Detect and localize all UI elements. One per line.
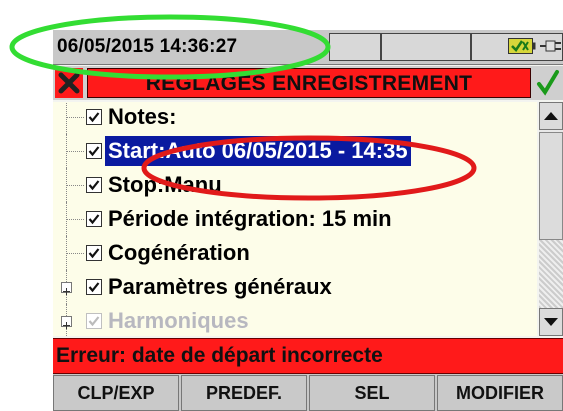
fkey-sel-button[interactable]: SEL (309, 375, 435, 411)
checkbox[interactable] (86, 109, 102, 125)
instrument-screen: 06/05/2015 14:36:27 REGLAGES ENREGISTREM… (53, 30, 563, 411)
tree-line (66, 151, 84, 152)
error-message: Erreur: date de départ incorrecte (56, 344, 383, 367)
datetime-readout: 06/05/2015 14:36:27 (57, 36, 238, 57)
tree-line (66, 253, 84, 254)
checkbox[interactable] (86, 211, 102, 227)
title-bar: REGLAGES ENREGISTREMENT (53, 66, 563, 100)
list-item-label: Notes: (108, 104, 177, 129)
tree-line (66, 185, 84, 186)
arrow-down-icon (544, 318, 558, 326)
check-icon (88, 248, 100, 259)
status-bar: 06/05/2015 14:36:27 (53, 30, 563, 65)
check-icon (88, 316, 100, 327)
scroll-thumb[interactable] (539, 132, 563, 240)
checkbox[interactable] (86, 279, 102, 295)
status-slot (329, 33, 381, 61)
battery-icon (508, 38, 536, 54)
arrow-up-icon (544, 112, 558, 120)
tree-line (66, 102, 67, 134)
check-icon (88, 180, 100, 191)
fkey-modifier-button[interactable]: MODIFIER (437, 375, 563, 411)
tree-line (66, 117, 84, 118)
checkbox[interactable] (86, 177, 102, 193)
power-plug-icon (540, 40, 561, 52)
page-title: REGLAGES ENREGISTREMENT (145, 72, 473, 95)
list-item-label: Cogénération (108, 240, 250, 265)
check-icon (88, 146, 100, 157)
settings-tree-list: Notes: Start:Auto 06/05/2015 - 14:35 Stop:… (53, 102, 537, 336)
expand-plus-icon[interactable] (61, 316, 72, 329)
scrollbar[interactable] (539, 102, 563, 336)
list-item[interactable]: Start:Auto 06/05/2015 - 14:35 (53, 134, 537, 168)
list-item[interactable]: Notes: (53, 102, 537, 134)
checkbox[interactable] (86, 313, 102, 329)
function-key-bar: CLP/EXP PREDEF. SEL MODIFIER (53, 374, 563, 411)
scroll-up-button[interactable] (539, 102, 563, 130)
list-item-label: Paramètres généraux (108, 274, 332, 299)
list-item-label: Harmoniques (108, 308, 249, 333)
error-message-bar: Erreur: date de départ incorrecte (53, 338, 563, 374)
checkbox[interactable] (86, 143, 102, 159)
list-item[interactable]: Stop:Manu (53, 168, 537, 202)
scroll-down-button[interactable] (539, 308, 563, 336)
status-slot (381, 33, 471, 61)
page-title-banner: REGLAGES ENREGISTREMENT (87, 68, 531, 98)
fkey-clp-exp-button[interactable]: CLP/EXP (53, 375, 179, 411)
list-item[interactable]: Paramètres généraux (53, 270, 537, 304)
list-item[interactable]: Cogénération (53, 236, 537, 270)
list-item-label: Stop:Manu (108, 172, 222, 197)
checkbox[interactable] (86, 245, 102, 261)
list-item-label: Start:Auto 06/05/2015 - 14:35 (105, 136, 411, 166)
fkey-predef-button[interactable]: PREDEF. (181, 375, 307, 411)
scroll-track[interactable] (539, 240, 563, 308)
list-item-label: Période intégration: 15 min (108, 206, 392, 231)
list-item[interactable]: Période intégration: 15 min (53, 202, 537, 236)
list-item[interactable]: Harmoniques (53, 304, 537, 336)
check-icon (88, 282, 100, 293)
expand-plus-icon[interactable] (61, 282, 72, 295)
check-icon (88, 214, 100, 225)
checkmark-icon[interactable] (535, 68, 561, 98)
cancel-x-icon[interactable] (55, 68, 83, 98)
tree-line (66, 219, 84, 220)
check-icon (88, 112, 100, 123)
